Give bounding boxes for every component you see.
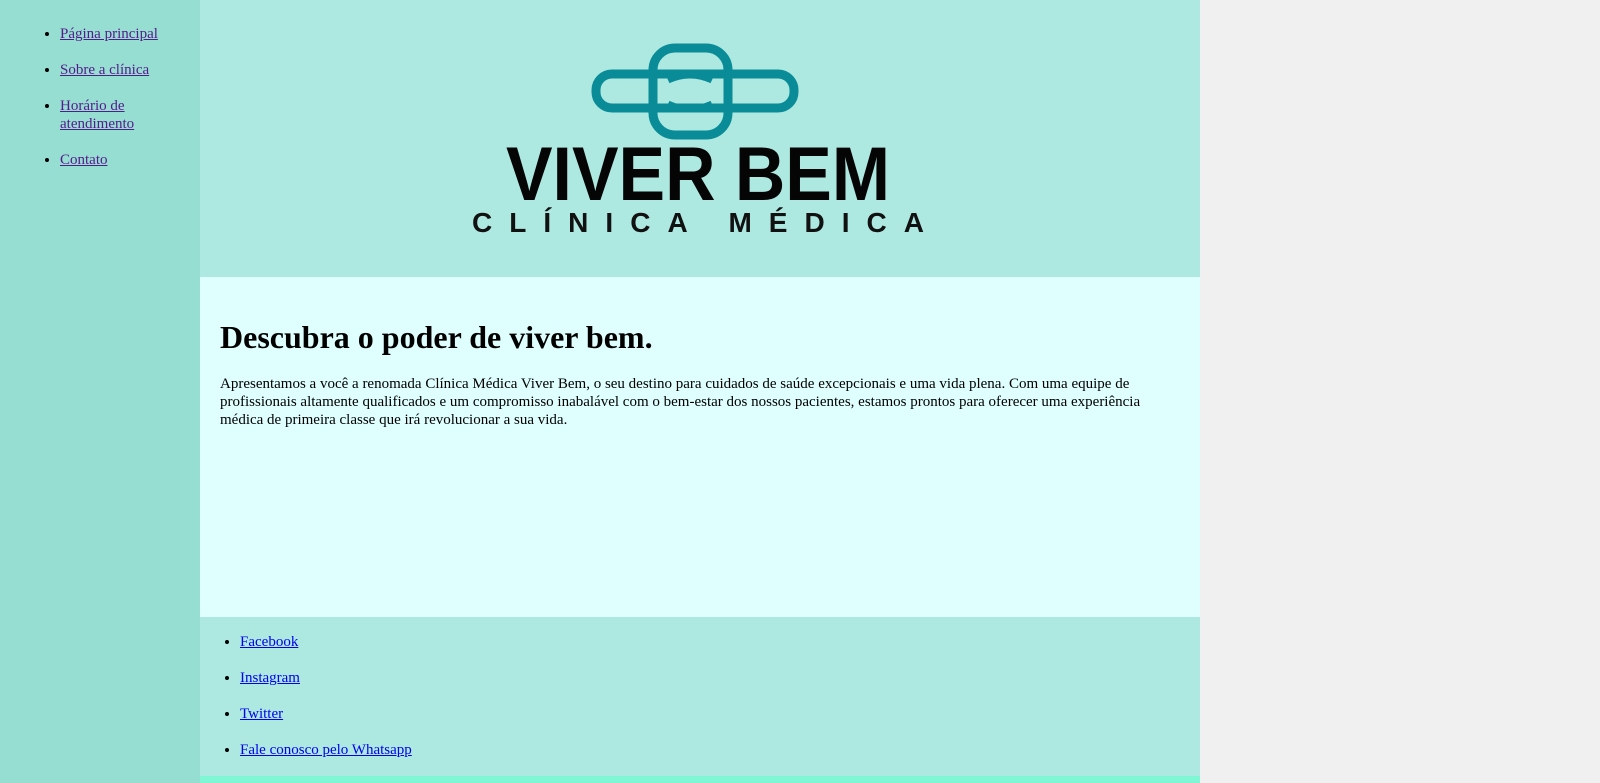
medical-cross-icon xyxy=(591,43,799,140)
social-item-instagram: Instagram xyxy=(240,669,1200,687)
nav-link-contact[interactable]: Contato xyxy=(60,152,108,168)
social-item-facebook: Facebook xyxy=(240,633,1200,651)
page-heading: Descubra o poder de viver bem. xyxy=(220,319,653,355)
clinic-logo: VIVER BEM CLÍNICA MÉDICA xyxy=(472,43,924,238)
facebook-link[interactable]: Facebook xyxy=(240,634,298,650)
social-item-twitter: Twitter xyxy=(240,705,1200,723)
whatsapp-link[interactable]: Fale conosco pelo Whatsapp xyxy=(240,742,412,758)
main-content: Descubra o poder de viver bem. Apresenta… xyxy=(200,277,1200,617)
footer: Facebook Instagram Twitter Fale conosco … xyxy=(200,617,1200,776)
nav-link-hours[interactable]: Horário de atendimento xyxy=(60,98,134,132)
nav-item-home: Página principal xyxy=(60,25,170,43)
instagram-link[interactable]: Instagram xyxy=(240,670,300,686)
nav-link-about[interactable]: Sobre a clínica xyxy=(60,62,149,78)
logo-title: VIVER BEM xyxy=(506,132,890,217)
sidebar-nav: Página principal Sobre a clínica Horário… xyxy=(0,0,200,783)
nav-link-home[interactable]: Página principal xyxy=(60,26,158,42)
nav-item-hours: Horário de atendimento xyxy=(60,97,170,133)
nav-item-about: Sobre a clínica xyxy=(60,61,170,79)
intro-paragraph: Apresentamos a você a renomada Clínica M… xyxy=(220,376,1141,428)
footer-accent-strip xyxy=(200,776,1200,783)
twitter-link[interactable]: Twitter xyxy=(240,706,283,722)
nav-list: Página principal Sobre a clínica Horário… xyxy=(0,0,200,169)
social-links-list: Facebook Instagram Twitter Fale conosco … xyxy=(200,617,1200,759)
header: VIVER BEM CLÍNICA MÉDICA xyxy=(200,0,1200,277)
social-item-whatsapp: Fale conosco pelo Whatsapp xyxy=(240,741,1200,759)
nav-item-contact: Contato xyxy=(60,151,170,169)
